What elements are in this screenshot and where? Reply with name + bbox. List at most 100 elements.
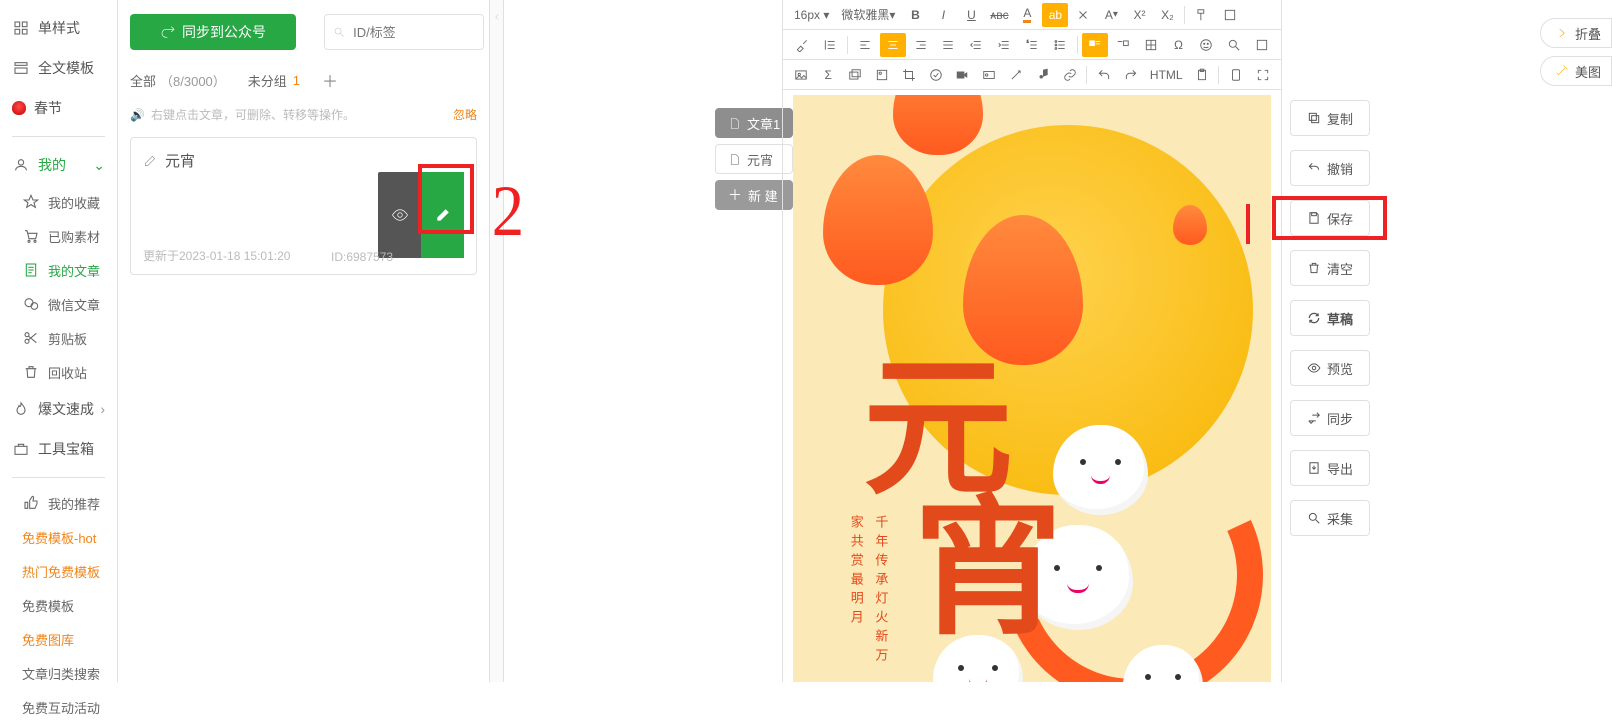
bold-button[interactable]: B (902, 3, 928, 27)
table-button[interactable] (1138, 33, 1164, 57)
undo-button[interactable]: 撤销 (1290, 150, 1370, 186)
align-left-button[interactable] (852, 33, 878, 57)
nav-recommend[interactable]: 我的推荐 (0, 486, 117, 520)
search-icon (333, 25, 345, 39)
font-color-button[interactable]: A (1014, 3, 1040, 27)
search-input[interactable] (351, 24, 475, 41)
ol-button[interactable]: 1 (1019, 33, 1045, 57)
nav-my-articles[interactable]: 我的文章 (0, 253, 117, 287)
sync-button[interactable]: 同步 (1290, 400, 1370, 436)
nav-label: 剪贴板 (48, 329, 87, 348)
video-button[interactable] (950, 63, 975, 87)
subscript-button[interactable]: X₂ (1154, 3, 1180, 27)
sync-icon (1307, 411, 1321, 425)
save-button[interactable]: 保存 (1290, 200, 1370, 236)
fullscreen-button[interactable] (1250, 63, 1275, 87)
nav-clipboard[interactable]: 剪贴板 (0, 321, 117, 355)
separator (12, 477, 105, 478)
preview-button[interactable] (1223, 63, 1248, 87)
card-edit-button[interactable] (421, 172, 464, 258)
code-button[interactable] (1249, 33, 1275, 57)
image-button[interactable] (789, 63, 814, 87)
bg-color-button[interactable]: ab (1042, 3, 1068, 27)
html-button[interactable]: HTML (1145, 63, 1188, 87)
collect-button[interactable]: 采集 (1290, 500, 1370, 536)
float-left-button[interactable] (1082, 33, 1108, 57)
draft-button[interactable]: 草稿 (1290, 300, 1370, 336)
nav-label: 文章归类搜索 (22, 664, 100, 683)
single-image-button[interactable] (870, 63, 895, 87)
tip-ignore[interactable]: 忽略 (453, 106, 477, 123)
article-card[interactable]: 元宵 更新于2023-01-18 15:01:20 ID:6987573 (130, 137, 477, 275)
ul-button[interactable] (1047, 33, 1073, 57)
collapse-gutter[interactable] (490, 0, 504, 682)
format-a-button[interactable]: A▾ (1098, 3, 1124, 27)
filter-all[interactable]: 全部 (130, 71, 156, 90)
nav-full-template[interactable]: 全文模板 (0, 48, 117, 88)
magic-button[interactable] (1004, 63, 1029, 87)
multi-image-button[interactable] (843, 63, 868, 87)
special-char-button[interactable]: Ω (1166, 33, 1192, 57)
copy-button[interactable]: 复制 (1290, 100, 1370, 136)
nav-label: 全文模板 (38, 58, 94, 78)
nav-free-template-hot[interactable]: 免费模板-hot (0, 520, 117, 554)
sync-button[interactable]: 同步到公众号 (130, 14, 296, 50)
separator (1077, 36, 1078, 54)
undo-button[interactable] (1091, 63, 1116, 87)
font-family-select[interactable]: 微软雅黑▾ (836, 3, 900, 27)
plus-icon: ＋ (728, 185, 742, 205)
crop-button[interactable] (896, 63, 921, 87)
indent-left-button[interactable] (963, 33, 989, 57)
copy-format-button[interactable] (1189, 3, 1215, 27)
nav-favorites[interactable]: 我的收藏 (0, 185, 117, 219)
clear-format-button[interactable] (1070, 3, 1096, 27)
nav-free-gallery[interactable]: 免费图库 (0, 622, 117, 656)
card-button[interactable] (977, 63, 1002, 87)
beautify-button[interactable]: 美图 (1540, 56, 1612, 86)
add-group-button[interactable]: ＋ (322, 68, 338, 92)
nav-festival[interactable]: 春节 (0, 88, 117, 128)
editor-canvas[interactable]: 元 宵 千年传承灯火新万家共赏最明月 (793, 95, 1271, 682)
search-replace-button[interactable] (1221, 33, 1247, 57)
emoji-button[interactable] (1193, 33, 1219, 57)
insert-button[interactable] (1217, 3, 1243, 27)
nav-purchased[interactable]: 已购素材 (0, 219, 117, 253)
filter-unsorted[interactable]: 未分组 (248, 71, 287, 90)
nav-free-template[interactable]: 免费模板 (0, 588, 117, 622)
underline-button[interactable]: U (958, 3, 984, 27)
nav-mine[interactable]: 我的 ⌄ (0, 145, 117, 185)
indent-right-button[interactable] (991, 33, 1017, 57)
nav-free-interact[interactable]: 免费互动活动 (0, 690, 117, 724)
line-height-button[interactable] (817, 33, 843, 57)
align-justify-button[interactable] (935, 33, 961, 57)
formula-button[interactable]: Σ (816, 63, 841, 87)
export-button[interactable]: 导出 (1290, 450, 1370, 486)
nav-toolbox[interactable]: 工具宝箱 (0, 429, 117, 469)
separator (1218, 66, 1219, 84)
align-right-button[interactable] (908, 33, 934, 57)
fold-button[interactable]: 折叠 (1540, 18, 1612, 48)
redo-button[interactable] (1118, 63, 1143, 87)
nav-wechat-articles[interactable]: 微信文章 (0, 287, 117, 321)
brush-button[interactable] (789, 33, 815, 57)
check-button[interactable] (923, 63, 948, 87)
nav-hot-free-template[interactable]: 热门免费模板 (0, 554, 117, 588)
nav-hot-articles[interactable]: 爆文速成 › (0, 389, 117, 429)
link-button[interactable] (1057, 63, 1082, 87)
nav-recycle[interactable]: 回收站 (0, 355, 117, 389)
italic-button[interactable]: I (930, 3, 956, 27)
search-box[interactable] (324, 14, 484, 50)
nav-article-search[interactable]: 文章归类搜索 (0, 656, 117, 690)
card-view-button[interactable] (378, 172, 421, 258)
strike-button[interactable]: ᴀʙᴄ (986, 3, 1012, 27)
clear-button[interactable]: 清空 (1290, 250, 1370, 286)
superscript-button[interactable]: X² (1126, 3, 1152, 27)
float-right-button[interactable] (1110, 33, 1136, 57)
audio-button[interactable] (1031, 63, 1056, 87)
paste-button[interactable] (1190, 63, 1215, 87)
font-size-select[interactable]: 16px ▾ (789, 3, 834, 27)
preview-button[interactable]: 预览 (1290, 350, 1370, 386)
fold-icon (1555, 26, 1569, 40)
align-center-button[interactable] (880, 33, 906, 57)
nav-single-style[interactable]: 单样式 (0, 8, 117, 48)
